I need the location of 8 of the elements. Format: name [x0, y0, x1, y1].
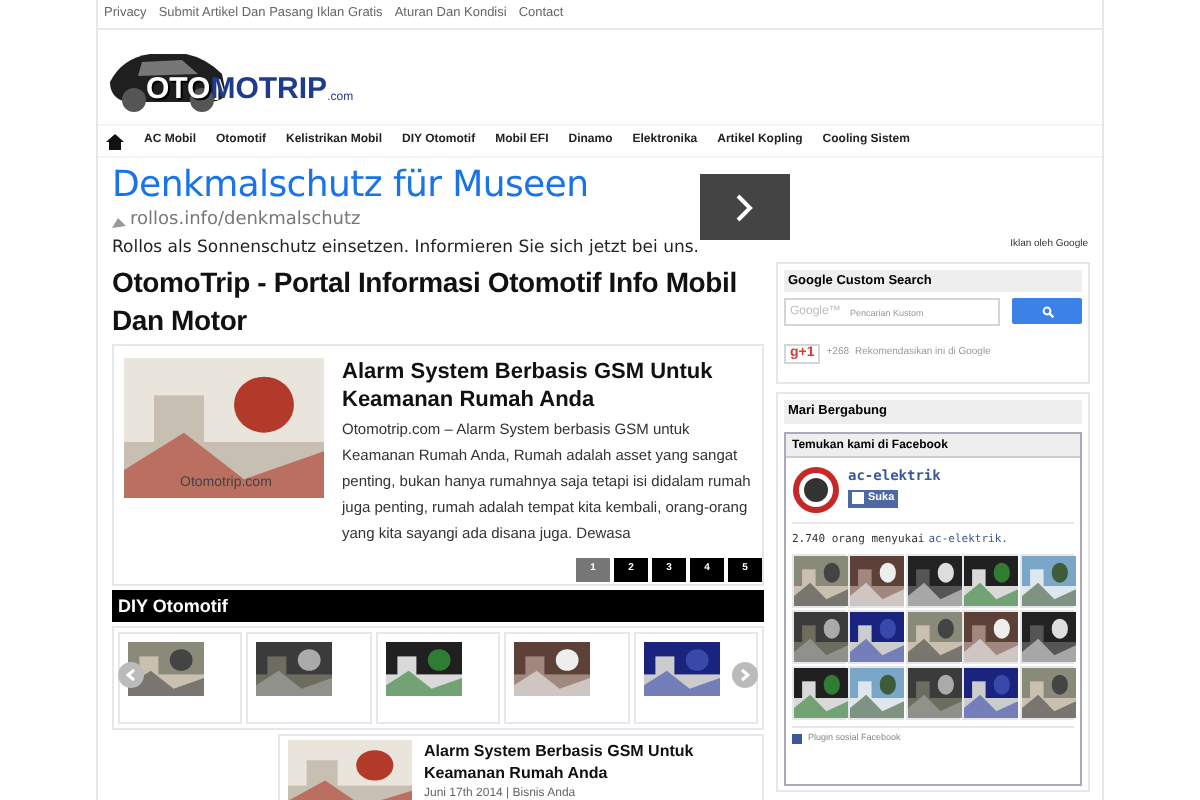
post-title[interactable]: Alarm System Berbasis GSM Untuk Keamanan Rumah Anda — [342, 358, 762, 414]
ad-title[interactable]: Denkmalschutz für Museen — [112, 164, 692, 208]
ad-description: Rollos als Sonnenschutz einsetzen. Informieren Sie sich jetzt bei uns. — [112, 235, 692, 261]
logo-text: OTO — [146, 74, 211, 104]
ad-url[interactable]: rollos.info/denkmalschutz — [130, 208, 361, 235]
section-header: DIY Otomotif — [112, 590, 764, 622]
post-title[interactable]: Alarm System Berbasis GSM Untuk Keamanan Rumah Anda — [424, 740, 762, 784]
page-title: OtomoTrip - Portal Informasi Otomotif Info Mobil Dan Motor — [112, 264, 739, 340]
